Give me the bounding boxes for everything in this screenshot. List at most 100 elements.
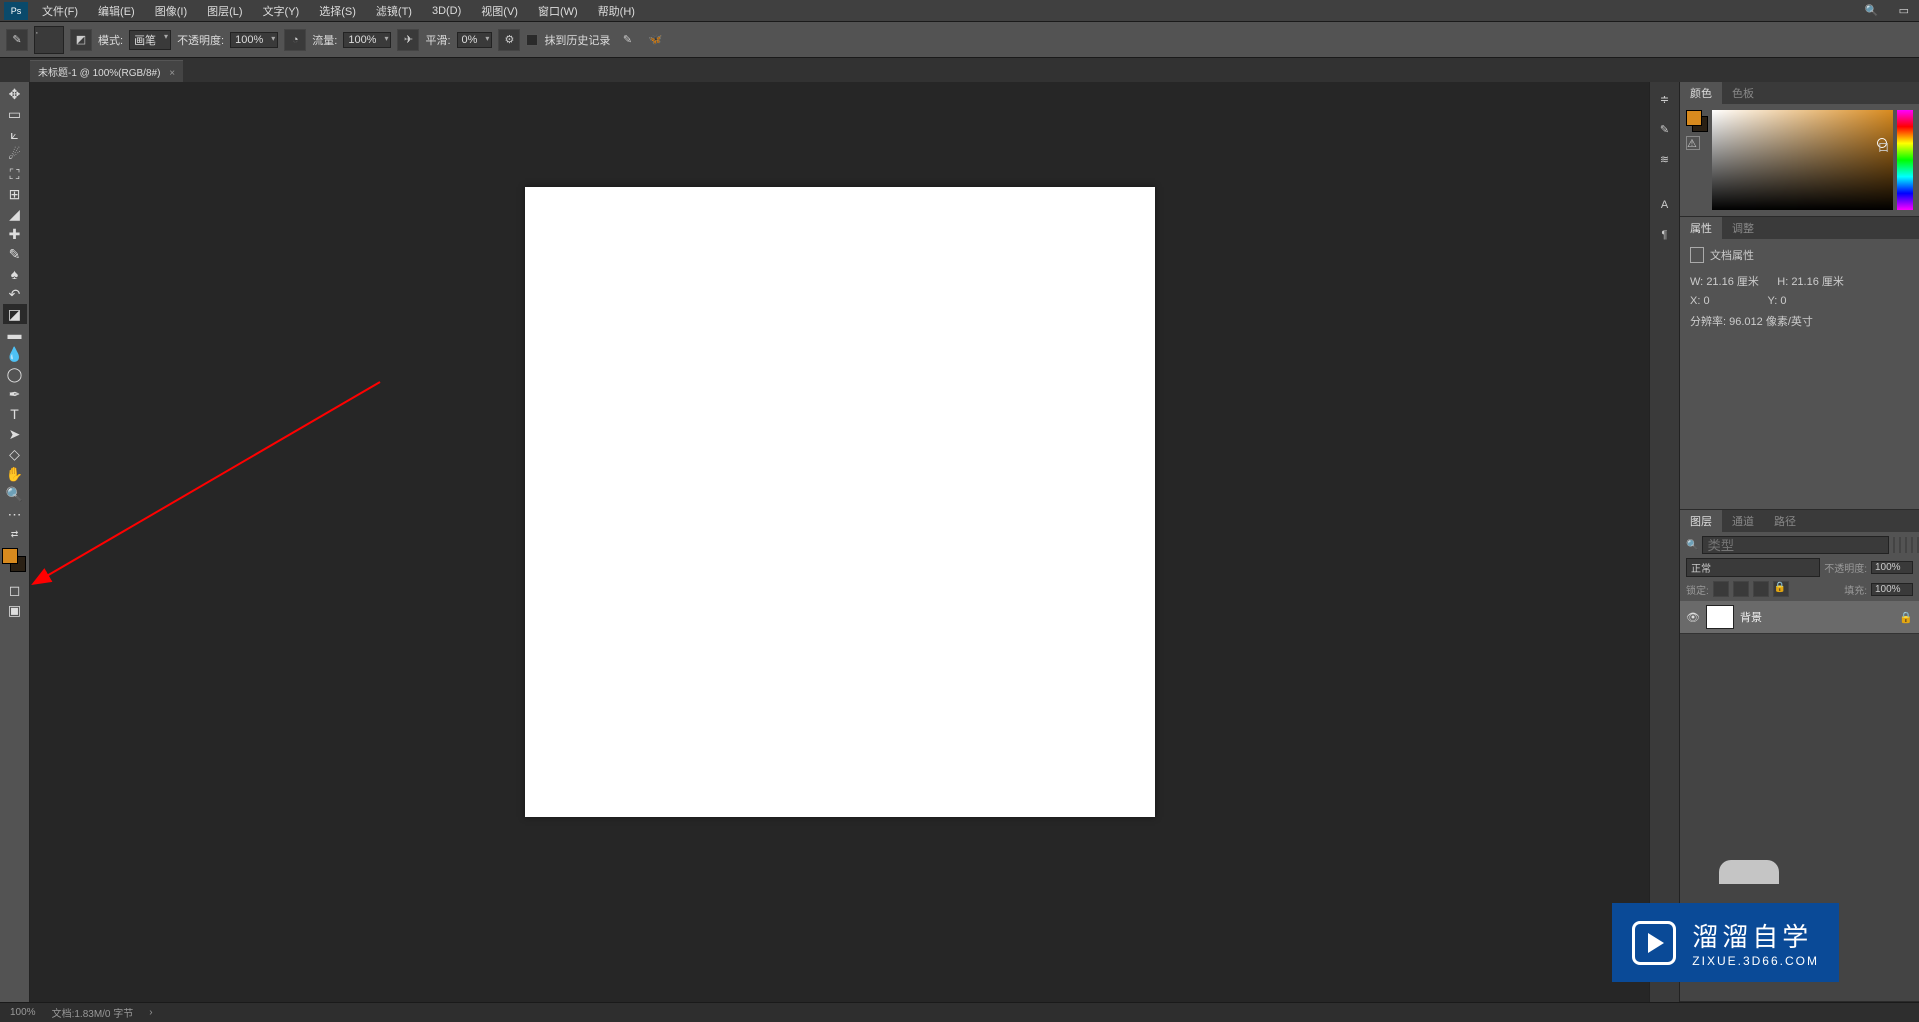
close-tab-icon[interactable]: × bbox=[169, 68, 175, 79]
brush-settings-panel-icon[interactable]: ✎ bbox=[1654, 118, 1676, 140]
symmetry-icon[interactable]: 🦋 bbox=[644, 29, 666, 51]
blend-mode-dropdown[interactable]: 正常 bbox=[1686, 558, 1820, 577]
quick-select-tool[interactable]: ☄ bbox=[3, 144, 27, 164]
path-select-tool[interactable]: ➤ bbox=[3, 424, 27, 444]
airbrush-icon[interactable]: ✈ bbox=[397, 29, 419, 51]
smoothing-label: 平滑: bbox=[425, 32, 450, 48]
flow-dropdown[interactable]: 100% bbox=[343, 32, 391, 48]
paragraph-panel-icon[interactable]: ¶ bbox=[1654, 224, 1676, 246]
tab-layers[interactable]: 图层 bbox=[1680, 510, 1722, 532]
zoom-tool[interactable]: 🔍 bbox=[3, 484, 27, 504]
tool-preset-picker[interactable]: ✎ bbox=[6, 29, 28, 51]
filter-adjust-icon[interactable] bbox=[1899, 537, 1901, 553]
layer-thumbnail[interactable] bbox=[1706, 605, 1734, 629]
opacity-label: 不透明度: bbox=[177, 32, 224, 48]
layer-name[interactable]: 背景 bbox=[1740, 609, 1893, 625]
document-icon bbox=[1690, 247, 1704, 263]
color-fg-bg-chips[interactable] bbox=[1686, 110, 1708, 132]
pressure-opacity-icon[interactable]: ◔ bbox=[284, 29, 306, 51]
menu-type[interactable]: 文字(Y) bbox=[253, 3, 310, 19]
document-tab[interactable]: 未标题-1 @ 100%(RGB/8#) × bbox=[30, 60, 183, 82]
brush-panel-toggle[interactable]: ◩ bbox=[70, 29, 92, 51]
history-checkbox[interactable] bbox=[526, 34, 538, 46]
layer-opacity-value[interactable]: 100% bbox=[1871, 561, 1913, 574]
gradient-tool[interactable]: ▬ bbox=[3, 324, 27, 344]
foreground-color-swatch[interactable] bbox=[2, 548, 18, 564]
brush-preview[interactable]: · bbox=[34, 26, 64, 54]
frame-tool[interactable]: ⊞ bbox=[3, 184, 27, 204]
color-field-marker[interactable]: 口 bbox=[1877, 138, 1887, 148]
smoothing-dropdown[interactable]: 0% bbox=[457, 32, 493, 48]
tab-channels[interactable]: 通道 bbox=[1722, 510, 1764, 532]
menu-filter[interactable]: 滤镜(T) bbox=[366, 3, 422, 19]
props-h-value: 21.16 厘米 bbox=[1791, 276, 1844, 288]
lock-artboard-icon[interactable] bbox=[1753, 581, 1769, 597]
menu-help[interactable]: 帮助(H) bbox=[588, 3, 645, 19]
menu-select[interactable]: 选择(S) bbox=[309, 3, 366, 19]
menu-view[interactable]: 视图(V) bbox=[471, 3, 528, 19]
eraser-tool[interactable]: ◪ bbox=[3, 304, 27, 324]
menu-edit[interactable]: 编辑(E) bbox=[88, 3, 145, 19]
status-docsize[interactable]: 文档:1.83M/0 字节 bbox=[52, 1005, 134, 1020]
history-brush-tool[interactable]: ↶ bbox=[3, 284, 27, 304]
lasso-tool[interactable]: ⟀ bbox=[3, 124, 27, 144]
menu-layer[interactable]: 图层(L) bbox=[197, 3, 252, 19]
status-zoom[interactable]: 100% bbox=[10, 1007, 36, 1018]
opacity-dropdown[interactable]: 100% bbox=[230, 32, 278, 48]
menu-image[interactable]: 图像(I) bbox=[145, 3, 197, 19]
menu-3d[interactable]: 3D(D) bbox=[422, 5, 471, 17]
status-chevron-icon[interactable]: › bbox=[149, 1007, 152, 1018]
layer-filter-input[interactable] bbox=[1702, 536, 1889, 554]
crop-tool[interactable]: ⛶ bbox=[3, 164, 27, 184]
healing-tool[interactable]: ✚ bbox=[3, 224, 27, 244]
canvas[interactable] bbox=[525, 187, 1155, 817]
history-panel-icon[interactable]: ≑ bbox=[1654, 88, 1676, 110]
canvas-area[interactable] bbox=[30, 82, 1649, 1002]
visibility-icon[interactable]: 👁 bbox=[1686, 611, 1700, 624]
tab-swatches[interactable]: 色板 bbox=[1722, 82, 1764, 104]
color-swatches[interactable] bbox=[2, 548, 28, 574]
menu-file[interactable]: 文件(F) bbox=[32, 3, 88, 19]
filter-type-icon[interactable] bbox=[1905, 537, 1907, 553]
color-field[interactable]: 口 bbox=[1712, 110, 1893, 210]
chip-fg[interactable] bbox=[1686, 110, 1702, 126]
hand-tool[interactable]: ✋ bbox=[3, 464, 27, 484]
swap-colors-icon[interactable]: ⇄ bbox=[3, 524, 27, 544]
tab-color[interactable]: 颜色 bbox=[1680, 82, 1722, 104]
arrange-icon[interactable]: ▭ bbox=[1889, 4, 1919, 17]
lock-position-icon[interactable] bbox=[1733, 581, 1749, 597]
shape-tool[interactable]: ◇ bbox=[3, 444, 27, 464]
menu-window[interactable]: 窗口(W) bbox=[528, 3, 588, 19]
tab-properties[interactable]: 属性 bbox=[1680, 217, 1722, 239]
smoothing-options-icon[interactable]: ⚙ bbox=[498, 29, 520, 51]
layer-row[interactable]: 👁 背景 🔒 bbox=[1680, 601, 1919, 634]
adjust-panel-icon[interactable]: ≋ bbox=[1654, 148, 1676, 170]
pen-tool[interactable]: ✒ bbox=[3, 384, 27, 404]
character-panel-icon[interactable]: A bbox=[1654, 194, 1676, 216]
pressure-size-icon[interactable]: ✎ bbox=[616, 29, 638, 51]
fill-value[interactable]: 100% bbox=[1871, 583, 1913, 596]
history-label: 抹到历史记录 bbox=[544, 32, 610, 48]
dodge-tool[interactable]: ◯ bbox=[3, 364, 27, 384]
lock-pixels-icon[interactable] bbox=[1713, 581, 1729, 597]
tab-adjustments[interactable]: 调整 bbox=[1722, 217, 1764, 239]
quickmask-icon[interactable]: ◻ bbox=[3, 580, 27, 600]
search-icon[interactable]: 🔍 bbox=[1686, 540, 1698, 551]
search-icon[interactable]: 🔍 bbox=[1855, 4, 1889, 17]
marquee-tool[interactable]: ▭ bbox=[3, 104, 27, 124]
stamp-tool[interactable]: ♠ bbox=[3, 264, 27, 284]
more-tools-icon[interactable]: ⋯ bbox=[3, 504, 27, 524]
blur-tool[interactable]: 💧 bbox=[3, 344, 27, 364]
mode-dropdown[interactable]: 画笔 bbox=[129, 30, 171, 50]
properties-panel: 属性 调整 文档属性 W: 21.16 厘米 H: 21.16 厘米 X: bbox=[1680, 217, 1919, 510]
filter-shape-icon[interactable] bbox=[1911, 537, 1913, 553]
hue-slider[interactable] bbox=[1897, 110, 1913, 210]
lock-all-icon[interactable]: 🔒 bbox=[1773, 581, 1789, 597]
tab-paths[interactable]: 路径 bbox=[1764, 510, 1806, 532]
type-tool[interactable]: T bbox=[3, 404, 27, 424]
move-tool[interactable]: ✥ bbox=[3, 84, 27, 104]
eyedropper-tool[interactable]: ◢ bbox=[3, 204, 27, 224]
brush-tool[interactable]: ✎ bbox=[3, 244, 27, 264]
filter-pixel-icon[interactable] bbox=[1893, 537, 1895, 553]
screenmode-icon[interactable]: ▣ bbox=[3, 600, 27, 620]
